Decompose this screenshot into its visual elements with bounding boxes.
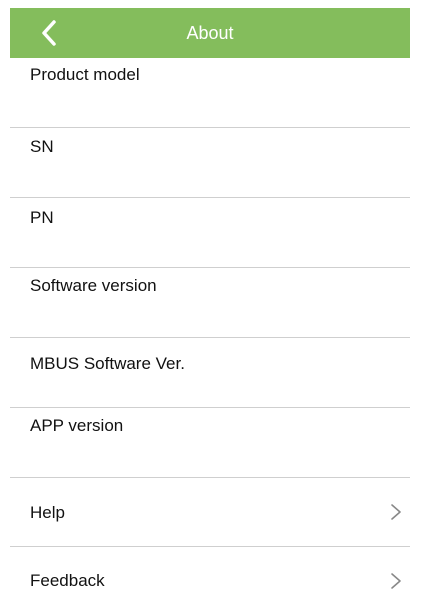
row-label: Software version: [30, 276, 157, 295]
row-app-version: APP version: [10, 408, 410, 478]
about-list: Product model SN PN Software version MBU…: [10, 58, 410, 612]
row-feedback[interactable]: Feedback: [10, 547, 410, 612]
chevron-right-icon: [390, 503, 402, 521]
row-product-model: Product model: [10, 58, 410, 128]
row-label: Feedback: [30, 571, 105, 590]
row-label: Product model: [30, 65, 140, 84]
row-software-version: Software version: [10, 268, 410, 338]
chevron-right-icon: [390, 572, 402, 590]
about-screen: About Product model SN PN Software versi…: [0, 0, 421, 612]
row-label: PN: [30, 208, 54, 227]
page-title: About: [186, 23, 234, 43]
row-label: Help: [30, 503, 65, 522]
row-help[interactable]: Help: [10, 478, 410, 547]
row-label: SN: [30, 137, 54, 156]
row-label: MBUS Software Ver.: [30, 354, 185, 373]
row-pn: PN: [10, 198, 410, 268]
row-mbus-software-version: MBUS Software Ver.: [10, 338, 410, 408]
row-sn: SN: [10, 128, 410, 198]
row-label: APP version: [30, 416, 124, 435]
app-header: About: [10, 8, 410, 58]
